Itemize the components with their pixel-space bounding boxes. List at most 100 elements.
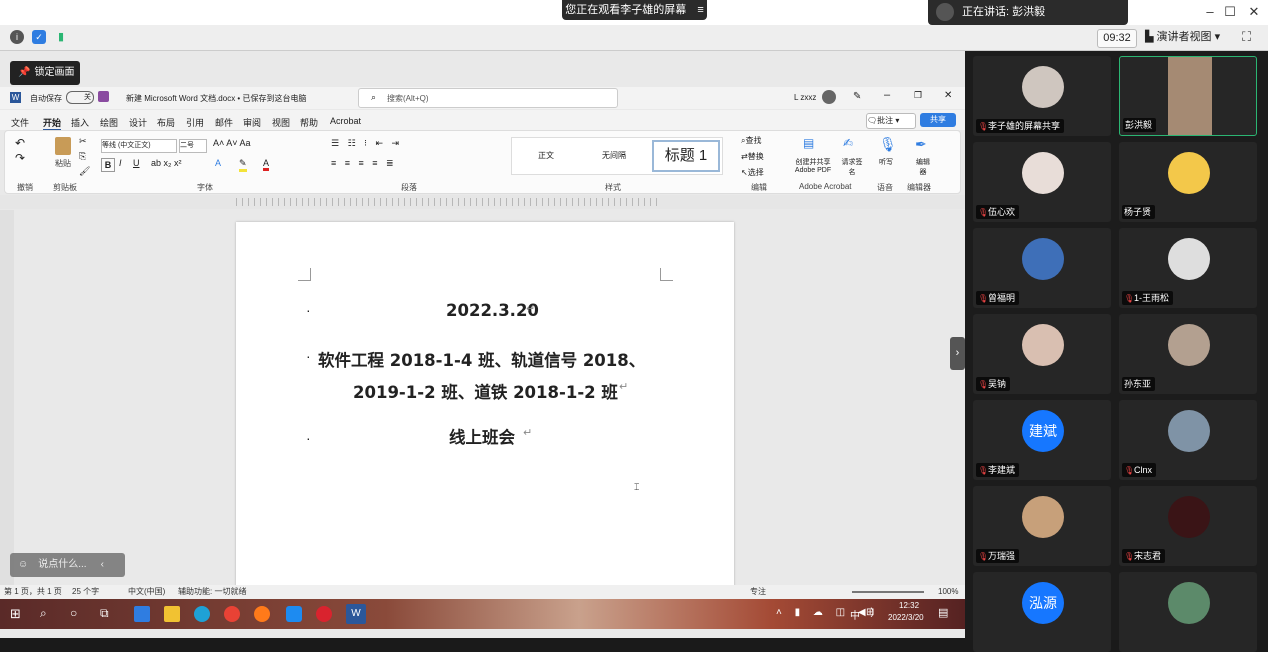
participant-tile[interactable]: 泓源 [973,572,1111,652]
menu-help[interactable]: 帮助 [300,116,318,129]
presenter-view-dropdown[interactable]: ▙ 演讲者视图 ▾ [1145,29,1237,46]
copy-icon[interactable]: ⎘ [79,151,86,162]
request-signature-button[interactable]: 请求签名 [841,157,863,177]
word-taskbar-icon[interactable]: W [346,604,366,624]
microphone-icon[interactable]: 🎙 [879,136,897,153]
search-box[interactable]: ⌕ 搜索(Alt+Q) [358,88,618,108]
document-page[interactable]: · 2022.3.20 ↵ · 软件工程 2018-1-4 班、轨道信号 201… [236,222,734,587]
create-pdf-button[interactable]: 创建并共享 Adobe PDF [791,157,835,174]
close-button[interactable]: ✕ [1246,4,1262,20]
participant-tile[interactable]: 🎙宋志君 [1119,486,1257,566]
menu-acrobat[interactable]: Acrobat [330,116,361,126]
select-button[interactable]: ↖选择 [741,167,764,178]
participant-tile[interactable]: 孙东亚 [1119,314,1257,394]
task-view-icon[interactable]: ⧉ [100,606,109,621]
menu-draw[interactable]: 绘图 [100,116,118,129]
align-icons[interactable]: ≡ ≡ ≡ ≡ ≣ [331,158,397,169]
undo-icon[interactable]: ↶ [15,136,25,150]
comments-button[interactable]: 🗨批注 ▾ [866,113,916,129]
font-color-icon[interactable]: A [263,158,270,171]
style-no-spacing[interactable]: 无间隔 [602,150,626,161]
create-pdf-icon[interactable]: ▤ [803,136,814,150]
word-restore-button[interactable]: ❐ [914,90,922,101]
minimize-button[interactable]: – [1202,4,1218,20]
menu-view[interactable]: 视图 [272,116,290,129]
pen-app-icon[interactable] [134,606,150,622]
find-button[interactable]: ⌕查找 [741,135,761,146]
underline-button[interactable]: U [133,158,140,168]
cut-icon[interactable]: ✂ [79,136,87,147]
zoom-slider[interactable] [852,591,924,593]
font-size-select[interactable]: 二号 [179,139,207,153]
participant-tile[interactable]: 🎙Clnx [1119,400,1257,480]
autosave-toggle[interactable]: 关 [66,91,94,104]
fullscreen-icon[interactable]: ⛶ [1242,29,1258,45]
participant-tile[interactable]: 🎙1-王雨松 [1119,228,1257,308]
save-icon[interactable] [98,91,109,102]
signature-icon[interactable]: ✍ [843,136,853,150]
menu-home[interactable]: 开始 [43,116,62,131]
lock-screen-button[interactable]: 📌 锁定画面 [10,61,80,85]
meeting-app-icon[interactable] [286,606,302,622]
menu-references[interactable]: 引用 [186,116,204,129]
participant-tile[interactable]: 杨子贤 [1119,142,1257,222]
focus-mode[interactable]: 专注 [750,585,766,599]
participant-tile[interactable]: 🎙曾福明 [973,228,1111,308]
zoom-level[interactable]: 100% [938,585,958,599]
maximize-button[interactable]: ☐ [1222,4,1238,20]
viewing-banner[interactable]: 您正在观看李子雄的屏幕 ≡ [562,0,707,20]
file-explorer-icon[interactable] [164,606,180,622]
keyboard-icon[interactable]: ⊞ [866,607,874,618]
language[interactable]: 中文(中国) [128,585,165,599]
user-avatar[interactable] [822,90,836,104]
system-tray-icons[interactable]: ˄ ▮ ☁ ◫ ◀) [776,607,879,618]
menu-layout[interactable]: 布局 [157,116,175,129]
notification-icon[interactable]: ▤ [938,606,948,619]
menu-file[interactable]: 文件 [11,116,29,129]
text-effects-icon[interactable]: A [215,158,221,168]
clock-time[interactable]: 12:32 [899,601,919,610]
dictate-button[interactable]: 听写 [879,157,893,167]
style-normal[interactable]: 正文 [538,150,554,161]
paste-icon[interactable] [55,137,71,155]
participant-tile[interactable]: 🎙伍心欢 [973,142,1111,222]
menu-design[interactable]: 设计 [129,116,147,129]
signal-icon[interactable]: ▮ [54,30,68,44]
menu-insert[interactable]: 插入 [71,116,89,129]
participant-tile[interactable]: 🎙吴钠 [973,314,1111,394]
format-painter-icon[interactable]: 🖌 [79,166,90,177]
participant-tile[interactable] [1119,572,1257,652]
font-name-select[interactable]: 等线 (中文正文) [101,139,177,153]
search-icon[interactable]: ⌕ [40,606,47,621]
style-heading-1[interactable]: 标题 1 [652,140,720,172]
editor-icon[interactable]: ✒ [915,136,927,153]
clock-date[interactable]: 2022/3/20 [888,613,924,622]
editor-button[interactable]: 编辑器 [913,157,933,177]
accessibility-status[interactable]: 辅助功能: 一切就绪 [178,585,246,599]
menu-mailings[interactable]: 邮件 [215,116,233,129]
windows-start-icon[interactable]: ⊞ [10,606,21,622]
chat-input[interactable]: ☺ 说点什么... ‹ [10,553,125,577]
strike-button[interactable]: ab x₂ x² [151,158,182,168]
word-close-button[interactable]: ✕ [944,90,952,101]
participant-tile[interactable]: 彭洪毅 [1119,56,1257,136]
replace-button[interactable]: ⇄替换 [741,151,764,162]
redo-icon[interactable]: ↷ [15,151,25,165]
edge-icon[interactable] [194,606,210,622]
grow-font-icon[interactable]: A˄ A˅ Aa [213,138,251,148]
highlight-icon[interactable]: ✎ [239,158,247,172]
ime-indicator[interactable]: 中 [850,607,860,622]
menu-review[interactable]: 审阅 [243,116,261,129]
collapse-panel-button[interactable]: › [950,337,965,370]
bold-button[interactable]: B [101,158,115,172]
firefox-icon[interactable] [254,606,270,622]
info-icon[interactable]: i [10,30,24,44]
participant-tile[interactable]: 建斌 🎙李建斌 [973,400,1111,480]
shield-icon[interactable]: ✓ [32,30,46,44]
bullets-icon[interactable]: ☰ ☷ ⁝ ⇤ ⇥ [331,138,402,149]
pen-icon[interactable]: ✎ [853,91,861,102]
netease-music-icon[interactable] [316,606,332,622]
word-minimize-button[interactable]: – [884,89,890,101]
share-button[interactable]: 共享 [920,113,956,127]
italic-button[interactable]: I [119,158,122,168]
